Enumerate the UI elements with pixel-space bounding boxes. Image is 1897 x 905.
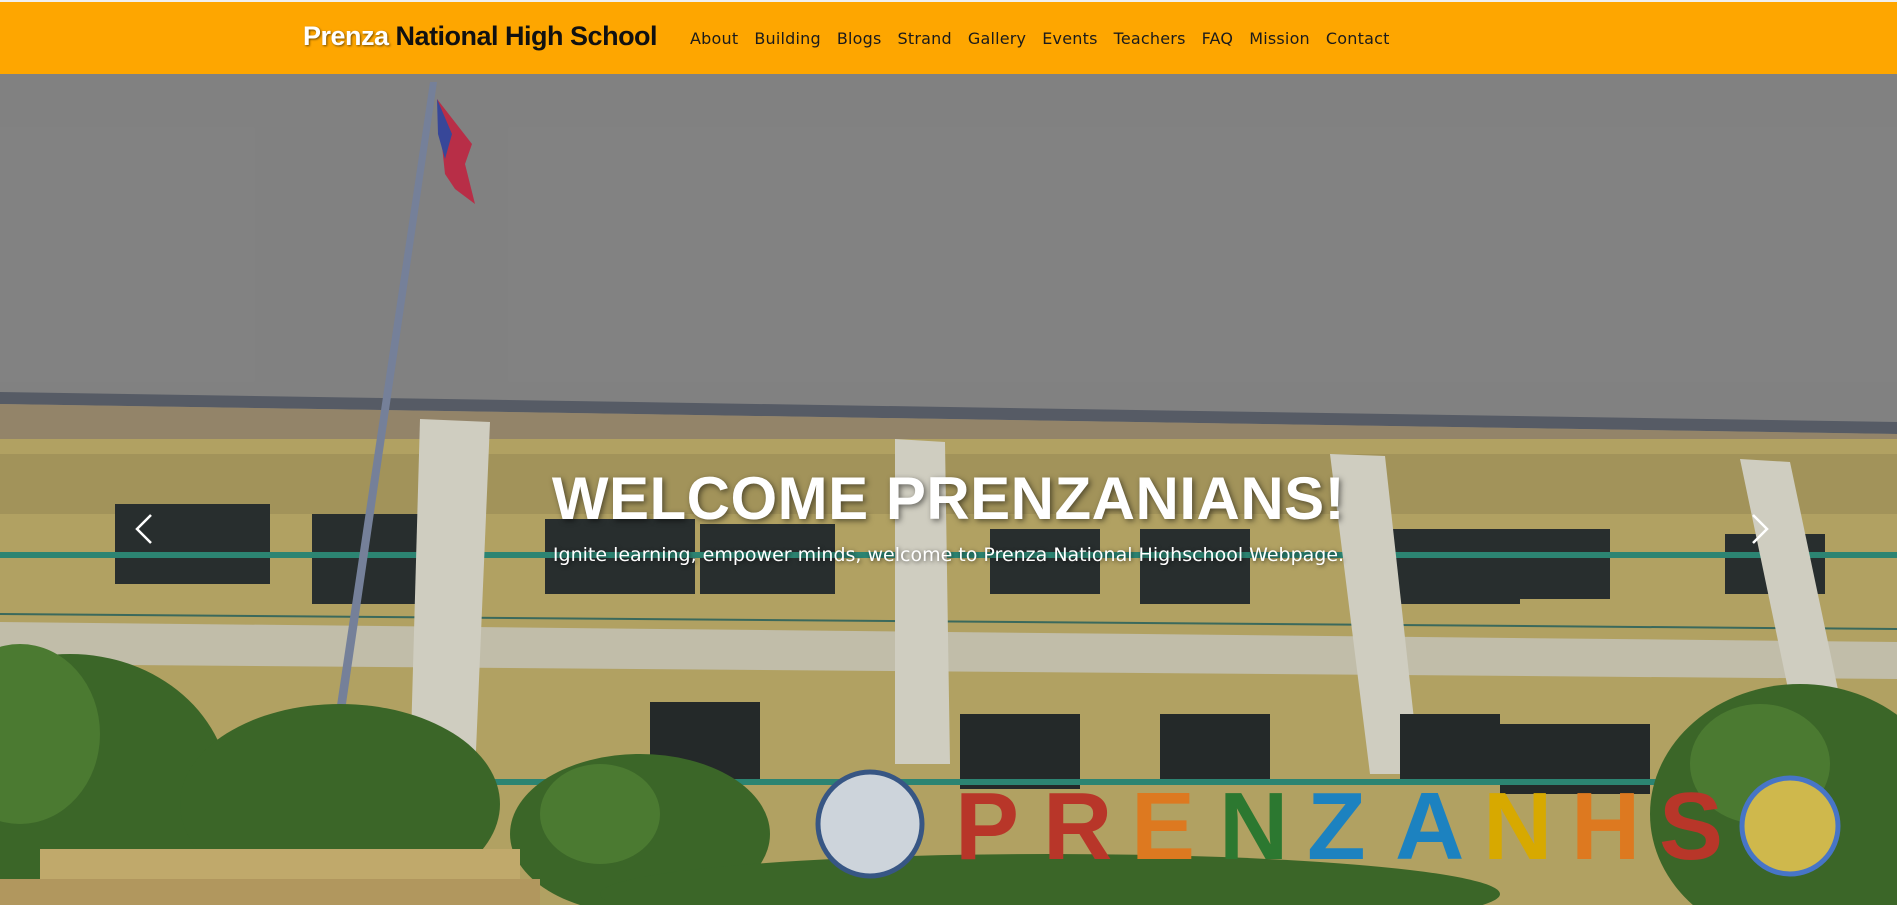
hero-carousel: PRENZANHS WELCOME PRENZANIANS! Ignite le… [0, 74, 1897, 905]
nav-link-about[interactable]: About [682, 29, 746, 48]
nav-link-faq[interactable]: FAQ [1194, 29, 1242, 48]
carousel-next-button[interactable] [1740, 499, 1780, 559]
nav-link-teachers[interactable]: Teachers [1106, 29, 1194, 48]
nav-link-building[interactable]: Building [746, 29, 829, 48]
nav-menu: About Building Blogs Strand Gallery Even… [682, 29, 1398, 48]
hero-title: WELCOME PRENZANIANS! [551, 465, 1346, 532]
nav-link-contact[interactable]: Contact [1318, 29, 1398, 48]
brand-rest: National High School [388, 21, 658, 51]
nav-link-events[interactable]: Events [1034, 29, 1105, 48]
chevron-left-icon [135, 514, 152, 544]
nav-link-strand[interactable]: Strand [890, 29, 960, 48]
nav-link-blogs[interactable]: Blogs [829, 29, 890, 48]
chevron-right-icon [1752, 514, 1769, 544]
site-brand[interactable]: Prenza National High School [303, 21, 658, 55]
top-navbar: Prenza National High School About Buildi… [0, 0, 1897, 74]
brand-first-word: Prenza [303, 21, 389, 51]
hero-subtitle: Ignite learning, empower minds, welcome … [552, 544, 1345, 566]
nav-link-mission[interactable]: Mission [1241, 29, 1318, 48]
nav-link-gallery[interactable]: Gallery [960, 29, 1034, 48]
carousel-prev-button[interactable] [124, 499, 164, 559]
